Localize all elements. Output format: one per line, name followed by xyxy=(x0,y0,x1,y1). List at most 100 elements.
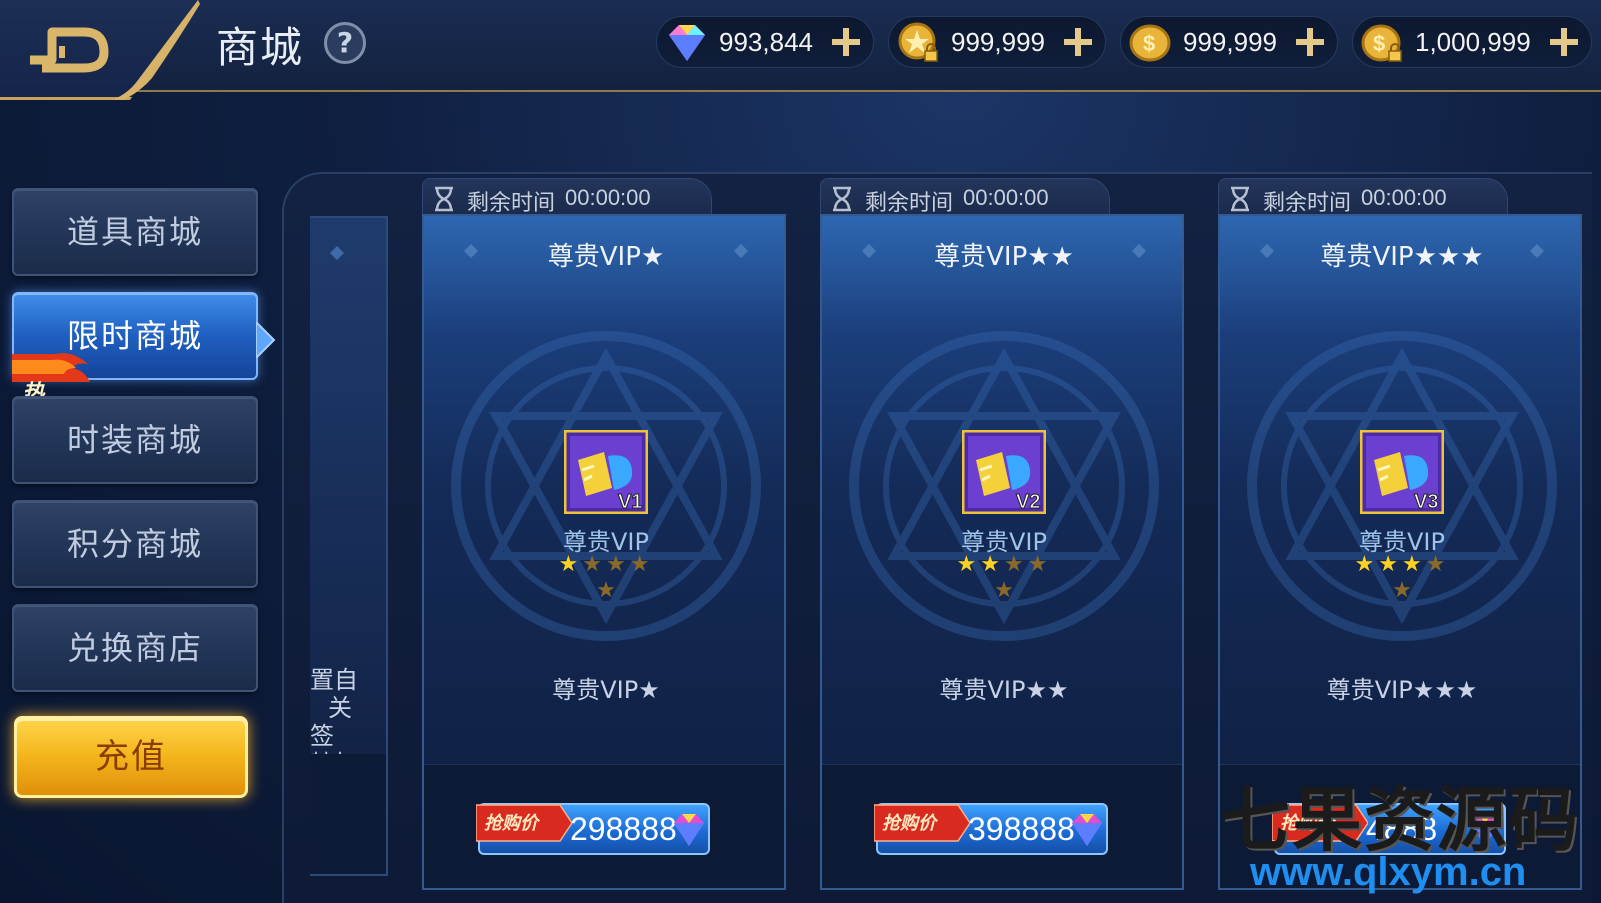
timer-label: 剩余时间 xyxy=(1263,191,1352,216)
partial-card-left[interactable]: 置自 关 签 特权 xyxy=(310,216,388,876)
star-empty-icon: ★ xyxy=(1027,552,1052,577)
diamond-ornament-icon xyxy=(330,246,344,260)
star-empty-icon: ★ xyxy=(582,552,606,577)
star-empty-icon: ★ xyxy=(1004,552,1028,577)
timer-label: 剩余时间 xyxy=(467,191,556,216)
gem-icon xyxy=(669,25,705,61)
svg-text:$: $ xyxy=(1143,31,1155,56)
hourglass-icon xyxy=(435,186,453,212)
card-footer: 抢购价 298888 xyxy=(424,764,784,888)
star-filled-icon: ★ xyxy=(1378,552,1402,577)
help-button[interactable]: ? xyxy=(324,22,366,64)
price-tag-label: 抢购价 xyxy=(882,813,936,834)
star-empty-icon: ★ xyxy=(596,578,616,603)
star-filled-icon: ★ xyxy=(956,552,981,577)
sidebar-item-exchange-shop[interactable]: 兑换商店 xyxy=(12,604,258,692)
sidebar-item-points-shop[interactable]: 积分商城 xyxy=(12,500,258,588)
partial-text-line: 置自 xyxy=(310,666,358,694)
back-icon[interactable] xyxy=(22,16,122,76)
timer-label: 剩余时间 xyxy=(865,191,954,216)
hot-badge: 热 xyxy=(12,350,92,406)
vip-card-1[interactable]: 剩余时间 00:00:00 尊贵VIP★ V1 尊贵VIP ★★★★ ★ 尊贵V… xyxy=(422,178,786,890)
hourglass-icon xyxy=(833,186,851,212)
currency-gold: $ 999,999 xyxy=(1120,16,1338,68)
star-rating: ★★★★ xyxy=(1220,552,1580,577)
timer-tab: 剩余时间 00:00:00 xyxy=(422,178,712,218)
site-watermark: 七果资源码 www.qlxym.cn xyxy=(1214,764,1594,898)
star-rating-row2: ★ xyxy=(424,578,784,603)
card-description: 尊贵VIP★★ xyxy=(939,676,1069,704)
star-empty-icon: ★ xyxy=(994,578,1014,603)
sidebar-item-props-shop[interactable]: 道具商城 xyxy=(12,188,258,276)
svg-text:V2: V2 xyxy=(1016,491,1040,513)
sidebar-item-limited-shop[interactable]: 限时商城 热 xyxy=(12,292,258,406)
partial-text-line: 关 xyxy=(328,694,352,722)
star-empty-icon: ★ xyxy=(629,552,654,577)
header-ornament xyxy=(112,0,200,100)
top-bar: 商城 ? 993,844 999,999 $ 999,999 $ 1,000,9… xyxy=(0,0,1601,100)
star-rating: ★★★★ xyxy=(424,552,784,577)
flash-price-tag: 抢购价 xyxy=(874,803,970,843)
hourglass-icon xyxy=(1231,186,1249,212)
star-rating-row2: ★ xyxy=(822,578,1182,603)
partial-text-line: 签 xyxy=(310,722,334,750)
add-gems-button[interactable] xyxy=(829,25,863,59)
star-empty-icon: ★ xyxy=(1425,552,1450,577)
add-locked-coin-button[interactable] xyxy=(1547,25,1581,59)
star-rating: ★★★★ xyxy=(822,552,1182,577)
card-title: 尊贵VIP★ xyxy=(547,242,665,272)
active-indicator-arrow xyxy=(256,322,276,358)
star-filled-icon: ★ xyxy=(1354,552,1379,577)
currency-locked-coin: $ 1,000,999 xyxy=(1352,16,1592,68)
star-rating-row2: ★ xyxy=(1220,578,1580,603)
timer-value: 00:00:00 xyxy=(963,185,1049,210)
currency-value: 999,999 xyxy=(1183,27,1277,57)
star-filled-icon: ★ xyxy=(1402,552,1426,577)
gem-icon xyxy=(674,814,704,846)
watermark-url: www.qlxym.cn xyxy=(1250,850,1527,894)
timer-value: 00:00:00 xyxy=(1361,185,1447,210)
card-body: 尊贵VIP★★ V2 尊贵VIP ★★★★ ★ 尊贵VIP★★ 抢购价 3988… xyxy=(820,214,1184,890)
page-title: 商城 xyxy=(216,23,305,72)
price-value: 298888 xyxy=(570,811,677,847)
flash-price-tag: 抢购价 xyxy=(476,803,572,843)
vip-card-2[interactable]: 剩余时间 00:00:00 尊贵VIP★★ V2 尊贵VIP ★★★★ ★ 尊贵… xyxy=(820,178,1184,890)
add-gold-button[interactable] xyxy=(1293,25,1327,59)
currency-gems: 993,844 xyxy=(656,16,874,68)
buy-button[interactable]: 抢购价 298888 xyxy=(476,803,710,855)
star-empty-icon: ★ xyxy=(606,552,630,577)
gem-icon xyxy=(1072,814,1102,846)
card-title: 尊贵VIP★★★ xyxy=(1320,242,1484,272)
star-filled-icon: ★ xyxy=(558,552,583,577)
currency-value: 993,844 xyxy=(719,27,813,57)
add-locked-gold-button[interactable] xyxy=(1061,25,1095,59)
gold-coin-icon: $ xyxy=(1129,24,1171,62)
currency-value: 999,999 xyxy=(951,27,1045,57)
vip-card-icon: V3 xyxy=(1360,430,1444,514)
card-description: 尊贵VIP★★★ xyxy=(1326,676,1478,704)
buy-button[interactable]: 抢购价 398888 xyxy=(874,803,1108,855)
currency-value: 1,000,999 xyxy=(1415,27,1531,57)
price-value: 398888 xyxy=(968,811,1075,847)
card-footer: 抢购价 398888 xyxy=(822,764,1182,888)
locked-coin-stack-icon: $ xyxy=(1361,24,1402,62)
price-tag-label: 抢购价 xyxy=(484,813,538,834)
recharge-button[interactable]: 充值 xyxy=(14,716,248,798)
partial-card-footer xyxy=(310,754,386,874)
vip-card-icon: V2 xyxy=(962,430,1046,514)
timer-tab: 剩余时间 00:00:00 xyxy=(820,178,1110,218)
card-body: 尊贵VIP★ V1 尊贵VIP ★★★★ ★ 尊贵VIP★ 抢购价 298888 xyxy=(422,214,786,890)
timer-value: 00:00:00 xyxy=(565,185,651,210)
vip-card-icon: V1 xyxy=(564,430,648,514)
locked-gold-coin-icon xyxy=(898,22,938,62)
currency-locked-gold: 999,999 xyxy=(888,16,1106,68)
card-description: 尊贵VIP★ xyxy=(552,676,660,704)
svg-text:V1: V1 xyxy=(618,491,642,513)
sidebar-item-fashion-shop[interactable]: 时装商城 xyxy=(12,396,258,484)
star-empty-icon: ★ xyxy=(1392,578,1412,603)
svg-text:V3: V3 xyxy=(1414,491,1438,513)
svg-text:$: $ xyxy=(1373,31,1385,56)
star-filled-icon: ★ xyxy=(980,552,1004,577)
card-title: 尊贵VIP★★ xyxy=(934,242,1074,272)
timer-tab: 剩余时间 00:00:00 xyxy=(1218,178,1508,218)
